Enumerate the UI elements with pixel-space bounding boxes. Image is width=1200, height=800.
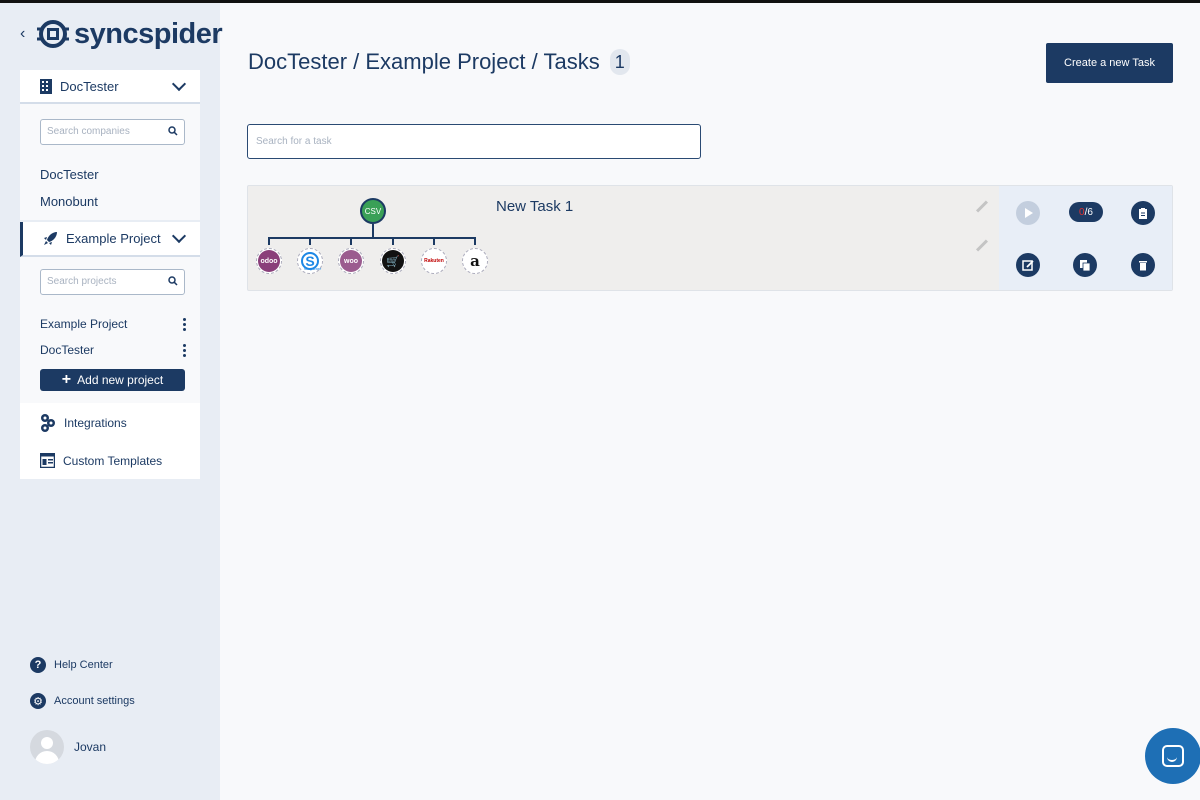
project-search-placeholder: Search projects [47, 276, 117, 287]
task-search-input[interactable]: Search for a task [247, 124, 701, 159]
trash-icon[interactable] [1131, 253, 1155, 277]
gears-icon [41, 414, 55, 432]
brand-name: syncspider [74, 17, 223, 50]
add-project-label: Add new project [77, 373, 164, 387]
cart-node[interactable]: cart🛒 [380, 248, 406, 274]
more-options-icon[interactable] [183, 344, 187, 358]
cart-label: cart [393, 261, 394, 262]
rakuten-node[interactable]: Rakuten [421, 248, 447, 274]
nav-item-label: Integrations [64, 416, 127, 430]
brand-logo[interactable]: syncspider [36, 17, 223, 51]
tree-connector [268, 237, 270, 245]
progress-badge: 0/6 [1069, 202, 1103, 222]
nav-item-label: Custom Templates [63, 453, 163, 468]
tree-connector [392, 237, 394, 245]
chevron-down-icon [171, 228, 187, 244]
amazon-node[interactable]: a [462, 248, 488, 274]
account-settings-link[interactable]: ⚙ Account settings [30, 693, 135, 709]
project-selector[interactable]: Example Project [20, 222, 200, 257]
tree-connector [474, 237, 476, 245]
project-item-example-project[interactable]: Example Project [40, 317, 127, 331]
csv-source-node[interactable]: CSV [360, 198, 386, 224]
user-profile[interactable]: Jovan [30, 730, 106, 764]
plus-icon: + [61, 371, 72, 388]
progress-total: 6 [1087, 206, 1093, 218]
company-selector[interactable]: DocTester [20, 70, 200, 104]
template-icon [40, 453, 55, 468]
pencil-icon[interactable] [975, 200, 989, 213]
gear-icon: ⚙ [30, 693, 46, 709]
help-icon: ? [30, 657, 46, 673]
chevron-down-icon [171, 76, 187, 92]
project-selector-label: Example Project [66, 231, 161, 246]
help-center-link[interactable]: ? Help Center [30, 657, 113, 673]
breadcrumb: DocTester / Example Project / Tasks [248, 49, 600, 74]
task-actions-panel: 0/6 [999, 186, 1172, 290]
amazon-icon: a [464, 250, 486, 272]
copy-icon[interactable] [1073, 253, 1097, 277]
woocommerce-icon: woo [340, 250, 362, 272]
tree-connector [350, 237, 352, 245]
add-project-button[interactable]: + Add new project [40, 369, 185, 391]
company-search-input[interactable]: Search companies [40, 119, 185, 145]
pencil-icon[interactable] [975, 239, 989, 252]
rakuten-icon: Rakuten [423, 250, 445, 272]
sidebar: ‹ syncspider DocTester Search companies [0, 3, 223, 800]
project-item-doctester[interactable]: DocTester [40, 343, 94, 357]
account-settings-label: Account settings [54, 695, 135, 707]
tree-connector [433, 237, 435, 245]
shopware-label: shopware [304, 266, 322, 271]
shopping-cart-icon: cart🛒 [382, 250, 404, 272]
tree-connector [268, 237, 476, 239]
tree-connector [309, 237, 311, 245]
search-icon [168, 276, 178, 286]
company-item-doctester[interactable]: DocTester [40, 167, 99, 182]
nav-item-integrations[interactable]: Integrations [40, 413, 127, 433]
task-count-badge: 1 [609, 49, 630, 75]
page-title: DocTester / Example Project / Tasks 1 [248, 49, 630, 75]
search-icon [168, 126, 178, 136]
rocket-icon [44, 232, 57, 245]
company-selector-label: DocTester [60, 78, 119, 94]
edit-icon[interactable] [1016, 253, 1040, 277]
progress-done: 0 [1079, 206, 1085, 218]
odoo-node[interactable]: odoo [256, 248, 282, 274]
odoo-icon: odoo [258, 250, 280, 272]
tree-connector [372, 224, 374, 238]
task-search-placeholder: Search for a task [256, 136, 332, 147]
play-icon[interactable] [1016, 201, 1040, 225]
task-card[interactable]: CSV odoo S shopware woo cart🛒 Rakuten a … [247, 185, 1173, 291]
create-task-button[interactable]: Create a new Task [1046, 43, 1173, 83]
chevron-left-icon[interactable]: ‹ [20, 25, 25, 43]
avatar [30, 730, 64, 764]
more-options-icon[interactable] [183, 318, 187, 332]
shopware-node[interactable]: S shopware [297, 248, 323, 274]
user-name: Jovan [74, 740, 107, 754]
projects-panel: Search projects Example Project DocTeste… [20, 257, 200, 403]
woocommerce-node[interactable]: woo [338, 248, 364, 274]
project-search-input[interactable]: Search projects [40, 269, 185, 295]
chat-icon [1162, 745, 1184, 767]
syncspider-logo-icon [37, 20, 69, 48]
nav-item-custom-templates[interactable]: Custom Templates [40, 453, 162, 468]
company-item-monobunt[interactable]: Monobunt [40, 194, 98, 209]
nav-panel: Integrations Custom Templates [20, 403, 200, 479]
companies-panel: Search companies DocTester Monobunt [20, 104, 200, 220]
company-search-placeholder: Search companies [47, 126, 130, 137]
clipboard-icon[interactable] [1131, 201, 1155, 225]
help-center-label: Help Center [54, 659, 113, 671]
building-icon [40, 78, 52, 94]
task-name[interactable]: New Task 1 [496, 198, 573, 215]
chat-support-button[interactable] [1145, 728, 1200, 784]
